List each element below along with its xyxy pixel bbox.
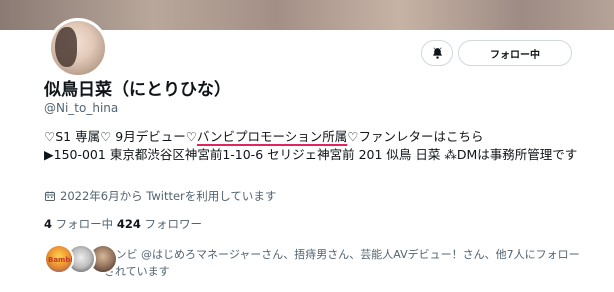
bio-line-2: ▶150-001 東京都渋谷区神宮前1-10-6 セリジェ神宮前 201 似鳥 … xyxy=(44,147,578,162)
bio-line-1: ♡S1 専属♡ 9月デビュー♡バンビプロモーション所属♡ファンレターはこちら xyxy=(44,128,584,146)
follower-avatar[interactable]: Bambi xyxy=(44,244,74,274)
following-label: フォロー中 xyxy=(55,217,114,231)
following-link[interactable]: 4 フォロー中 xyxy=(44,217,113,231)
following-button[interactable]: フォロー中 xyxy=(458,40,572,66)
profile-handle: @Ni_to_hina xyxy=(44,101,119,115)
avatar-hair xyxy=(55,27,77,67)
follow-stats: 4 フォロー中 424 フォロワー xyxy=(44,216,202,232)
joined-date: 2022年6月から Twitterを利用しています xyxy=(44,188,276,204)
notification-bell-button[interactable] xyxy=(421,40,453,66)
profile-name: 似鳥日菜（にとりひな） xyxy=(44,80,231,100)
profile-bio: ♡S1 専属♡ 9月デビュー♡バンビプロモーション所属♡ファンレターはこちら ▶… xyxy=(44,128,584,164)
bambi-logo: Bambi xyxy=(48,256,73,264)
followers-label: フォロワー xyxy=(144,217,203,231)
followers-link[interactable]: 424 フォロワー xyxy=(117,217,202,231)
followed-by-text[interactable]: バンビ @はじめろマネージャーさん、捂痔男さん、芸能人AVデビュー！さん、他7人… xyxy=(104,246,584,280)
bio-text-b: ♡ファンレターはこちら xyxy=(347,129,484,144)
bio-agency-link[interactable]: バンビプロモーション所属 xyxy=(197,129,347,144)
bell-icon xyxy=(432,47,442,59)
joined-text: 2022年6月から Twitterを利用しています xyxy=(60,189,277,203)
profile-avatar[interactable] xyxy=(48,18,108,78)
following-count: 4 xyxy=(44,217,53,231)
calendar-icon xyxy=(45,191,55,201)
bio-text-a: ♡S1 専属♡ 9月デビュー♡ xyxy=(44,129,197,144)
followers-count: 424 xyxy=(116,217,141,231)
